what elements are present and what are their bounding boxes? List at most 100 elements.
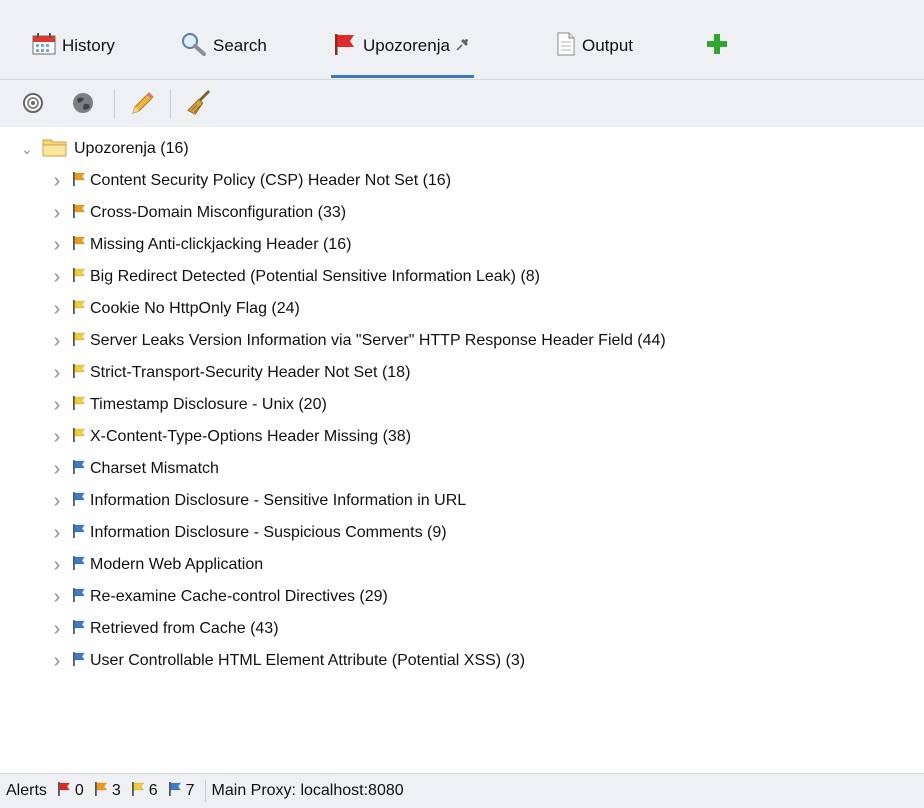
tree-item-label: Cookie No HttpOnly Flag (24) xyxy=(90,300,300,317)
low-alerts-count[interactable]: 6 xyxy=(131,781,158,802)
medium-flag-icon xyxy=(72,171,86,192)
tree-item-label: User Controllable HTML Element Attribute… xyxy=(90,652,526,669)
medium-flag-icon xyxy=(72,203,86,224)
magnifier-icon xyxy=(181,32,207,61)
chevron-right-icon[interactable]: › xyxy=(50,362,64,385)
tree-item[interactable]: › X-Content-Type-Options Header Missing (… xyxy=(50,421,411,453)
plus-icon xyxy=(706,33,728,60)
target-icon[interactable] xyxy=(20,90,46,116)
high-count: 0 xyxy=(74,782,84,799)
tree-item-label: Strict-Transport-Security Header Not Set… xyxy=(90,364,411,381)
chevron-right-icon[interactable]: › xyxy=(50,394,64,417)
info-flag-icon xyxy=(168,781,182,802)
tree-item[interactable]: › Cross-Domain Misconfiguration (33) xyxy=(50,197,346,229)
chevron-right-icon[interactable]: › xyxy=(50,202,64,225)
low-flag-icon xyxy=(72,395,86,416)
tree-item-label: Content Security Policy (CSP) Header Not… xyxy=(90,172,452,189)
folder-icon xyxy=(42,137,68,162)
tree-item-label: Information Disclosure - Suspicious Comm… xyxy=(90,524,447,541)
chevron-right-icon[interactable]: › xyxy=(50,234,64,257)
tree-item[interactable]: › Charset Mismatch xyxy=(50,453,219,485)
chevron-right-icon[interactable]: › xyxy=(50,650,64,673)
chevron-right-icon[interactable]: › xyxy=(50,586,64,609)
toolbar-divider xyxy=(170,89,171,119)
status-divider xyxy=(204,780,206,802)
globe-icon[interactable] xyxy=(70,90,96,116)
tab-search[interactable]: Search xyxy=(181,28,267,64)
tree-item-label: Modern Web Application xyxy=(90,556,264,573)
alerts-label: Alerts xyxy=(6,782,47,799)
tab-bar: History Search Upozorenja Output xyxy=(0,0,924,80)
tree-item-label: Timestamp Disclosure - Unix (20) xyxy=(90,396,327,413)
tree-item[interactable]: › Server Leaks Version Information via "S… xyxy=(50,325,666,357)
info-flag-icon xyxy=(72,651,86,672)
chevron-right-icon[interactable]: › xyxy=(50,458,64,481)
chevron-right-icon[interactable]: › xyxy=(50,490,64,513)
add-tab-button[interactable] xyxy=(706,28,728,64)
chevron-down-icon[interactable]: ⌄ xyxy=(20,141,34,158)
high-flag-icon xyxy=(57,781,71,802)
pencil-icon[interactable] xyxy=(130,90,156,116)
tree-item-label: Retrieved from Cache (43) xyxy=(90,620,279,637)
tab-label: Upozorenja xyxy=(363,36,450,55)
tree-item-label: X-Content-Type-Options Header Missing (3… xyxy=(90,428,412,445)
tree-item-label: Re-examine Cache-control Directives (29) xyxy=(90,588,388,605)
chevron-right-icon[interactable]: › xyxy=(50,170,64,193)
proxy-status: Main Proxy: localhost:8080 xyxy=(211,782,404,799)
tree-item[interactable]: › Cookie No HttpOnly Flag (24) xyxy=(50,293,300,325)
tree-item[interactable]: › Modern Web Application xyxy=(50,549,263,581)
info-count: 7 xyxy=(185,782,195,799)
low-count: 6 xyxy=(148,782,158,799)
low-flag-icon xyxy=(72,267,86,288)
info-flag-icon xyxy=(72,587,86,608)
medium-alerts-count[interactable]: 3 xyxy=(94,781,121,802)
chevron-right-icon[interactable]: › xyxy=(50,522,64,545)
tree-item[interactable]: › Big Redirect Detected (Potential Sensit… xyxy=(50,261,540,293)
tree-item-label: Information Disclosure - Sensitive Infor… xyxy=(90,492,467,509)
tree-root[interactable]: ⌄ Upozorenja (16) xyxy=(20,133,189,165)
document-icon xyxy=(556,32,576,61)
tab-upozorenja[interactable]: Upozorenja xyxy=(331,28,474,78)
pin-icon[interactable] xyxy=(456,36,470,56)
chevron-right-icon[interactable]: › xyxy=(50,298,64,321)
tree-item-label: Big Redirect Detected (Potential Sensiti… xyxy=(90,268,540,285)
chevron-right-icon[interactable]: › xyxy=(50,618,64,641)
low-flag-icon xyxy=(131,781,145,802)
tree-item[interactable]: › Information Disclosure - Suspicious Com… xyxy=(50,517,447,549)
tree-item[interactable]: › Timestamp Disclosure - Unix (20) xyxy=(50,389,327,421)
tree-root-label: Upozorenja (16) xyxy=(74,140,189,157)
chevron-right-icon[interactable]: › xyxy=(50,426,64,449)
tree-item[interactable]: › Missing Anti-clickjacking Header (16) xyxy=(50,229,352,261)
low-flag-icon xyxy=(72,331,86,352)
info-flag-icon xyxy=(72,459,86,480)
tree-item[interactable]: › Content Security Policy (CSP) Header No… xyxy=(50,165,451,197)
calendar-icon xyxy=(32,32,56,60)
tab-history[interactable]: History xyxy=(32,28,115,64)
medium-flag-icon xyxy=(94,781,108,802)
alerts-tree: ⌄ Upozorenja (16) › Content Security Poli… xyxy=(0,127,924,773)
chevron-right-icon[interactable]: › xyxy=(50,554,64,577)
low-flag-icon xyxy=(72,363,86,384)
info-flag-icon xyxy=(72,523,86,544)
medium-flag-icon xyxy=(72,235,86,256)
status-bar: Alerts 0 3 6 7 Main Proxy: localhost:808… xyxy=(0,773,924,808)
medium-count: 3 xyxy=(111,782,121,799)
tree-item-label: Charset Mismatch xyxy=(90,460,219,477)
low-flag-icon xyxy=(72,299,86,320)
tree-item[interactable]: › User Controllable HTML Element Attribut… xyxy=(50,645,525,677)
chevron-right-icon[interactable]: › xyxy=(50,330,64,353)
tree-item-label: Server Leaks Version Information via "Se… xyxy=(90,332,666,349)
tree-item[interactable]: › Re-examine Cache-control Directives (29… xyxy=(50,581,388,613)
tree-item[interactable]: › Retrieved from Cache (43) xyxy=(50,613,279,645)
info-alerts-count[interactable]: 7 xyxy=(168,781,195,802)
chevron-right-icon[interactable]: › xyxy=(50,266,64,289)
tree-item[interactable]: › Strict-Transport-Security Header Not Se… xyxy=(50,357,411,389)
high-alerts-count[interactable]: 0 xyxy=(57,781,84,802)
broom-icon[interactable] xyxy=(186,90,212,116)
tab-label: Search xyxy=(213,36,267,55)
info-flag-icon xyxy=(72,619,86,640)
tab-output[interactable]: Output xyxy=(556,28,633,64)
tree-item[interactable]: › Information Disclosure - Sensitive Info… xyxy=(50,485,467,517)
low-flag-icon xyxy=(72,427,86,448)
info-flag-icon xyxy=(72,555,86,576)
